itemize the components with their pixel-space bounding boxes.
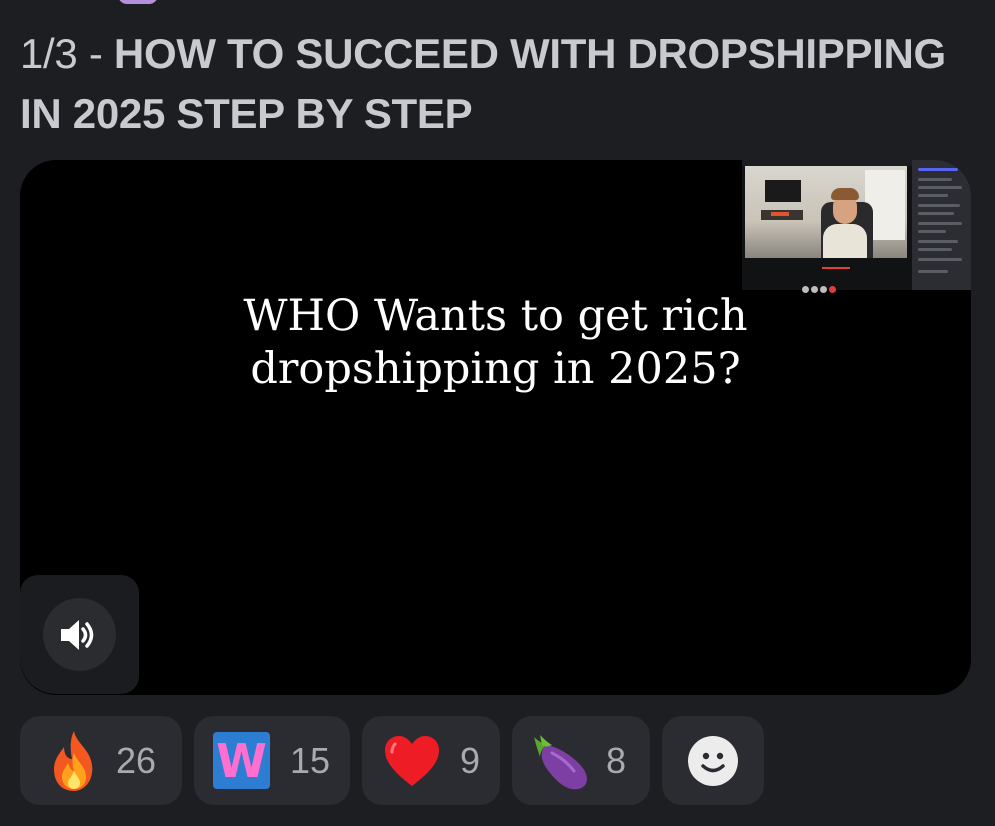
volume-button[interactable]: [43, 598, 116, 671]
avatar-fragment: [118, 0, 158, 4]
letter-w-emoji: W: [213, 732, 270, 789]
reaction-fire-count: 26: [116, 739, 157, 781]
post-title: 1/3 - HOW TO SUCCEED WITH DROPSHIPPING I…: [20, 24, 960, 144]
add-reaction-icon: [688, 735, 738, 786]
reaction-red-heart[interactable]: 9: [362, 716, 500, 805]
screen-share-thumbnail: [742, 160, 971, 293]
video-caption-line-1: WHO Wants to get rich: [243, 291, 748, 341]
speaker-icon: [60, 619, 93, 650]
chat-side-panel: [912, 160, 971, 290]
message-view: 1/3 - HOW TO SUCCEED WITH DROPSHIPPING I…: [0, 0, 995, 826]
eggplant-emoji: [528, 731, 594, 791]
audio-control-panel: [20, 575, 139, 694]
add-reaction-button[interactable]: [662, 716, 764, 805]
reaction-eggplant-count: 8: [606, 739, 627, 781]
red-heart-emoji: [382, 734, 442, 788]
video-caption-line-2: dropshipping in 2025?: [250, 344, 741, 394]
fire-emoji: [44, 729, 104, 793]
post-title-prefix: 1/3 -: [20, 30, 114, 77]
clipped-author-row: [70, 0, 190, 6]
video-caption: WHO Wants to get rich dropshipping in 20…: [20, 290, 971, 396]
reaction-eggplant[interactable]: 8: [512, 716, 650, 805]
reaction-red-heart-count: 9: [460, 739, 481, 781]
video-player[interactable]: WHO Wants to get rich dropshipping in 20…: [20, 160, 971, 695]
reaction-letter-w-count: 15: [290, 739, 331, 781]
letter-w-emoji-letter: W: [216, 733, 267, 788]
reaction-letter-w[interactable]: W 15: [194, 716, 350, 805]
reaction-fire[interactable]: 26: [20, 716, 182, 805]
post-title-text: HOW TO SUCCEED WITH DROPSHIPPING IN 2025…: [20, 30, 946, 137]
call-controls: [802, 280, 862, 293]
webcam-feed: [745, 166, 907, 258]
